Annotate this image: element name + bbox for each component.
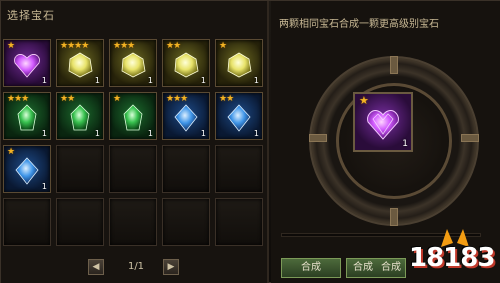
empty-slot[interactable] — [215, 198, 263, 246]
ring-ornament — [461, 134, 479, 142]
gem-select-panel: 选择宝石 ★ 1 ★★★★ 1 ★★★ 1 ★★ 1 ★ 1 ★★★ 1 ★★ 1 ★ 1 ★★★ 1 ★★ 1 ★ 1 … — [1, 1, 269, 283]
page-indicator: 1/1 — [127, 261, 145, 272]
gem-count: 1 — [147, 129, 153, 138]
compose-button[interactable]: 合成 — [281, 258, 341, 278]
gem-count: 1 — [94, 76, 100, 85]
gem-slot-blue[interactable]: ★★★ 1 — [162, 92, 210, 140]
empty-slot[interactable] — [215, 145, 263, 193]
panel-title: 选择宝石 — [7, 9, 55, 22]
result-gem-slot[interactable]: ★ 1 — [353, 92, 413, 152]
gem-count: 1 — [94, 129, 100, 138]
compose-label-b: 合成 — [381, 262, 401, 273]
empty-slot[interactable] — [162, 145, 210, 193]
purple-gem-icon — [14, 53, 40, 78]
gem-count: 1 — [200, 76, 206, 85]
gem-slot-blue[interactable]: ★ 1 — [3, 145, 51, 193]
yellow-gem-icon — [174, 52, 199, 78]
gem-slot-yellow[interactable]: ★★★ 1 — [109, 39, 157, 87]
green-gem-icon — [70, 104, 90, 131]
gem-slot-purple[interactable]: ★ 1 — [3, 39, 51, 87]
gem-count: 1 — [253, 76, 259, 85]
blue-gem-icon — [174, 104, 198, 132]
pagination: ◀ 1/1 ▶ — [1, 259, 269, 279]
yellow-gem-icon — [68, 52, 93, 78]
gem-compose-window: 选择宝石 ★ 1 ★★★★ 1 ★★★ 1 ★★ 1 ★ 1 ★★★ 1 ★★ 1 ★ 1 ★★★ 1 ★★ 1 ★ 1 … — [0, 0, 500, 283]
compose-label-a: 合成 — [353, 262, 373, 273]
gem-count: 1 — [41, 129, 47, 138]
gem-count: 1 — [253, 129, 259, 138]
gem-slot-green[interactable]: ★★ 1 — [56, 92, 104, 140]
gem-count: 1 — [200, 129, 206, 138]
watermark-text: 18183 — [409, 243, 495, 273]
empty-slot[interactable] — [162, 198, 210, 246]
blue-gem-icon — [227, 104, 251, 132]
empty-slot[interactable] — [56, 198, 104, 246]
gem-slot-green[interactable]: ★ 1 — [109, 92, 157, 140]
ring-ornament — [309, 134, 327, 142]
gem-slot-yellow[interactable]: ★★★★ 1 — [56, 39, 104, 87]
gem-slot-yellow[interactable]: ★★ 1 — [162, 39, 210, 87]
purple-gem-icon — [367, 110, 399, 140]
compose-hint: 两颗相同宝石合成一颗更高级别宝石 — [279, 19, 439, 30]
gem-slot-green[interactable]: ★★★ 1 — [3, 92, 51, 140]
empty-slot[interactable] — [56, 145, 104, 193]
prev-page-button[interactable]: ◀ — [88, 259, 104, 275]
gem-slot-yellow[interactable]: ★ 1 — [215, 39, 263, 87]
gem-count: 1 — [147, 76, 153, 85]
empty-slot[interactable] — [109, 198, 157, 246]
gem-count: 1 — [41, 76, 47, 85]
next-page-button[interactable]: ▶ — [163, 259, 179, 275]
gem-slot-blue[interactable]: ★★ 1 — [215, 92, 263, 140]
gem-inventory-grid: ★ 1 ★★★★ 1 ★★★ 1 ★★ 1 ★ 1 ★★★ 1 ★★ 1 ★ 1 ★★★ 1 ★★ 1 ★ 1 — [3, 39, 265, 246]
blue-gem-icon — [15, 157, 39, 185]
result-count: 1 — [402, 139, 408, 149]
empty-slot[interactable] — [109, 145, 157, 193]
ring-ornament — [390, 208, 398, 226]
yellow-gem-icon — [227, 52, 252, 78]
empty-slot[interactable] — [3, 198, 51, 246]
yellow-gem-icon — [121, 52, 146, 78]
watermark-logo: 18183 — [407, 229, 497, 281]
compose-button-secondary[interactable]: 合成 合成 — [346, 258, 406, 278]
green-gem-icon — [123, 104, 143, 131]
gem-count: 1 — [41, 182, 47, 191]
green-gem-icon — [17, 104, 37, 131]
ring-ornament — [390, 56, 398, 74]
